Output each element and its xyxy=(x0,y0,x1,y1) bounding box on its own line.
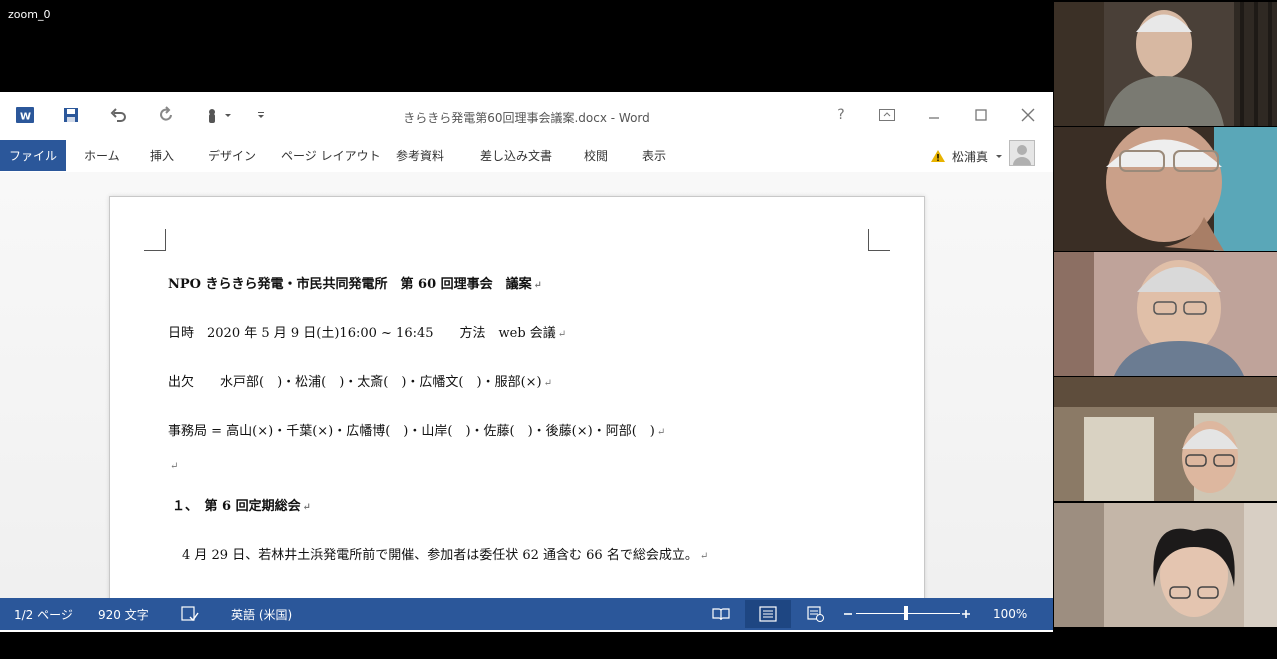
zoom-slider-thumb[interactable] xyxy=(904,606,908,620)
print-layout-icon[interactable] xyxy=(759,598,777,630)
participant-video-4[interactable] xyxy=(1054,377,1277,501)
word-window: W きらきら発電第60回理事会議案.docx - Word ? ファイル ホーム… xyxy=(0,92,1053,632)
tab-home[interactable]: ホーム xyxy=(84,140,120,171)
doc-line-attendance[interactable]: 出欠 水戸部( )・松浦( )・太斎( )・広幡文( )・服部(×) ↵ xyxy=(168,371,552,390)
page-count[interactable]: 1/2 ページ xyxy=(14,598,73,630)
ribbon-tabs: ファイル ホーム 挿入 デザイン ページ レイアウト 参考資料 差し込み文書 校… xyxy=(0,140,1053,172)
participant-video-3[interactable] xyxy=(1054,252,1277,376)
crop-mark xyxy=(144,229,166,251)
tab-insert[interactable]: 挿入 xyxy=(150,140,174,171)
document-page[interactable]: NPO きらきら発電・市民共同発電所 第 60 回理事会 議案 ↵ 日時 2020… xyxy=(109,196,925,598)
zoom-window-label: zoom_0 xyxy=(8,8,51,21)
participant-video-5[interactable] xyxy=(1054,503,1277,627)
tab-design[interactable]: デザイン xyxy=(208,140,256,171)
tab-references[interactable]: 参考資料 xyxy=(396,140,444,171)
participant-video-1[interactable] xyxy=(1054,2,1277,126)
zoom-out-icon[interactable] xyxy=(843,598,853,630)
user-account[interactable]: 松浦真 xyxy=(930,140,1004,172)
doc-line-meeting[interactable]: 4 月 29 日、若林井土浜発電所前で開催、参加者は委任状 62 通含む 66 … xyxy=(182,544,708,563)
title-bar: W きらきら発電第60回理事会議案.docx - Word ? xyxy=(0,92,1053,140)
minimize-icon[interactable] xyxy=(923,104,945,126)
web-layout-icon[interactable] xyxy=(807,598,825,630)
close-icon[interactable] xyxy=(1017,104,1039,126)
document-canvas[interactable]: NPO きらきら発電・市民共同発電所 第 60 回理事会 議案 ↵ 日時 2020… xyxy=(0,172,1053,598)
crop-mark xyxy=(868,229,890,251)
tab-mailings[interactable]: 差し込み文書 xyxy=(480,140,552,171)
tab-view[interactable]: 表示 xyxy=(642,140,666,171)
doc-line-secretariat[interactable]: 事務局 = 高山(×)・千葉(×)・広幡博( )・山岸( )・佐藤( )・後藤(… xyxy=(168,420,665,439)
tab-file[interactable]: ファイル xyxy=(0,140,66,171)
help-button[interactable]: ? xyxy=(830,104,852,126)
zoom-in-icon[interactable] xyxy=(961,598,971,630)
zoom-level[interactable]: 100% xyxy=(993,598,1027,630)
doc-section-heading[interactable]: １、 第 6 回定期総会 ↵ xyxy=(172,495,311,514)
doc-line-empty[interactable]: ↵ xyxy=(168,458,178,473)
chevron-down-icon xyxy=(996,155,1003,158)
tab-review[interactable]: 校閲 xyxy=(584,140,608,171)
zoom-slider-track[interactable] xyxy=(856,613,960,614)
read-mode-icon[interactable] xyxy=(711,598,731,630)
tab-page-layout[interactable]: ページ レイアウト xyxy=(281,140,381,171)
word-count[interactable]: 920 文字 xyxy=(98,598,149,630)
proofing-icon[interactable] xyxy=(181,598,199,630)
participant-video-2[interactable] xyxy=(1054,127,1277,251)
user-name: 松浦真 xyxy=(952,149,989,164)
maximize-icon[interactable] xyxy=(970,104,992,126)
ribbon-display-icon[interactable] xyxy=(876,104,898,126)
warning-icon xyxy=(931,150,945,162)
doc-line-datetime[interactable]: 日時 2020 年 5 月 9 日(土)16:00 ~ 16:45 方法 web… xyxy=(168,322,566,341)
doc-heading[interactable]: NPO きらきら発電・市民共同発電所 第 60 回理事会 議案 ↵ xyxy=(168,273,542,292)
user-avatar-icon[interactable] xyxy=(1009,140,1035,166)
language-indicator[interactable]: 英語 (米国) xyxy=(231,598,292,630)
status-bar: 1/2 ページ 920 文字 英語 (米国) 100% xyxy=(0,598,1053,630)
